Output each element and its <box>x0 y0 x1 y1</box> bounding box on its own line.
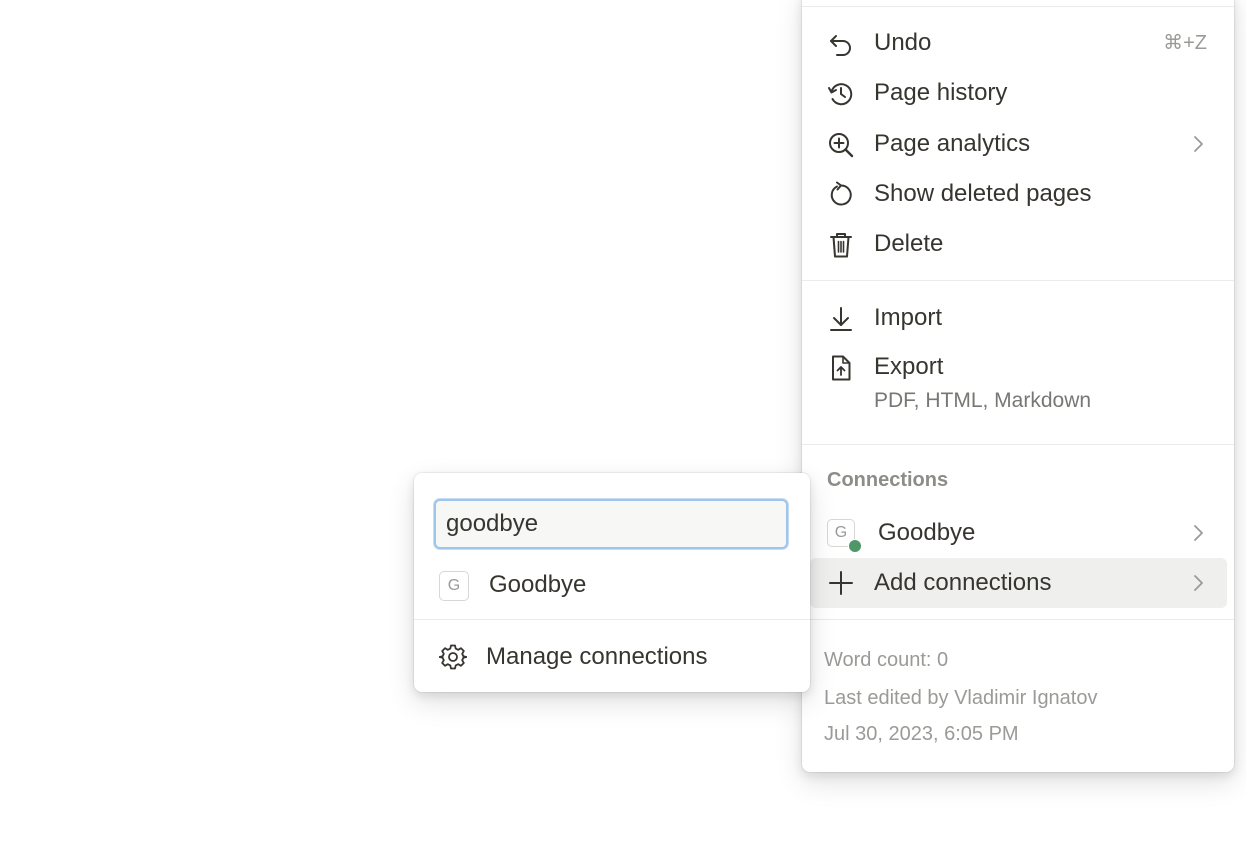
undo-shortcut: ⌘+Z <box>1163 32 1207 54</box>
search-result-goodbye[interactable]: G Goodbye <box>422 563 802 607</box>
undo-icon <box>830 35 851 56</box>
zoom-in-icon <box>829 133 854 158</box>
connection-search-box[interactable] <box>434 499 788 549</box>
page-analytics-label: Page analytics <box>874 130 1031 157</box>
import-menu-item[interactable]: Import <box>810 296 1227 340</box>
export-label: Export <box>874 353 944 380</box>
page-history-menu-item[interactable]: Page history <box>810 71 1227 115</box>
menu-divider <box>802 280 1234 281</box>
page-analytics-menu-item[interactable]: Page analytics <box>810 122 1227 166</box>
goodbye-app-icon: G <box>439 571 469 601</box>
connections-popover: G Goodbye Manage connections <box>414 473 810 692</box>
page-history-label: Page history <box>874 79 1008 106</box>
import-icon <box>830 307 852 331</box>
restore-icon <box>830 181 852 206</box>
connection-goodbye-label: Goodbye <box>878 519 976 546</box>
show-deleted-pages-menu-item[interactable]: Show deleted pages <box>810 172 1227 216</box>
show-deleted-pages-label: Show deleted pages <box>874 180 1092 207</box>
chevron-right-icon <box>1194 136 1203 152</box>
word-count: Word count: 0 <box>824 649 949 671</box>
undo-menu-item[interactable]: Undo ⌘+Z <box>810 21 1227 65</box>
undo-label: Undo <box>874 29 932 56</box>
connections-heading: Connections <box>827 469 949 491</box>
export-icon <box>832 355 851 381</box>
add-connections-item[interactable]: Add connections <box>810 558 1227 608</box>
last-edited-by: Last edited by Vladimir Ignatov <box>824 687 1098 709</box>
gear-icon <box>439 644 467 670</box>
connection-goodbye-item[interactable]: G Goodbye <box>810 511 1227 555</box>
manage-connections-label: Manage connections <box>486 643 708 670</box>
export-menu-item[interactable]: Export <box>810 345 1227 389</box>
trash-icon <box>830 233 852 258</box>
menu-divider <box>802 444 1234 445</box>
connection-search-input[interactable] <box>436 501 786 547</box>
export-formats: PDF, HTML, Markdown <box>874 389 1092 412</box>
popover-divider <box>414 619 810 620</box>
history-icon <box>828 83 853 106</box>
last-edited-timestamp: Jul 30, 2023, 6:05 PM <box>824 723 1019 745</box>
search-result-label: Goodbye <box>489 571 587 598</box>
manage-connections-item[interactable]: Manage connections <box>422 635 802 679</box>
chevron-right-icon <box>1194 575 1203 591</box>
plus-icon <box>829 571 853 595</box>
delete-menu-item[interactable]: Delete <box>810 222 1227 266</box>
menu-divider <box>802 6 1234 7</box>
menu-divider <box>802 619 1234 620</box>
add-connections-label: Add connections <box>874 569 1052 596</box>
delete-label: Delete <box>874 230 944 257</box>
import-label: Import <box>874 304 943 331</box>
connection-active-status-dot <box>848 539 862 553</box>
chevron-right-icon <box>1194 525 1203 541</box>
page-options-menu: Undo ⌘+Z Page history Page analytics Sho… <box>802 0 1234 772</box>
